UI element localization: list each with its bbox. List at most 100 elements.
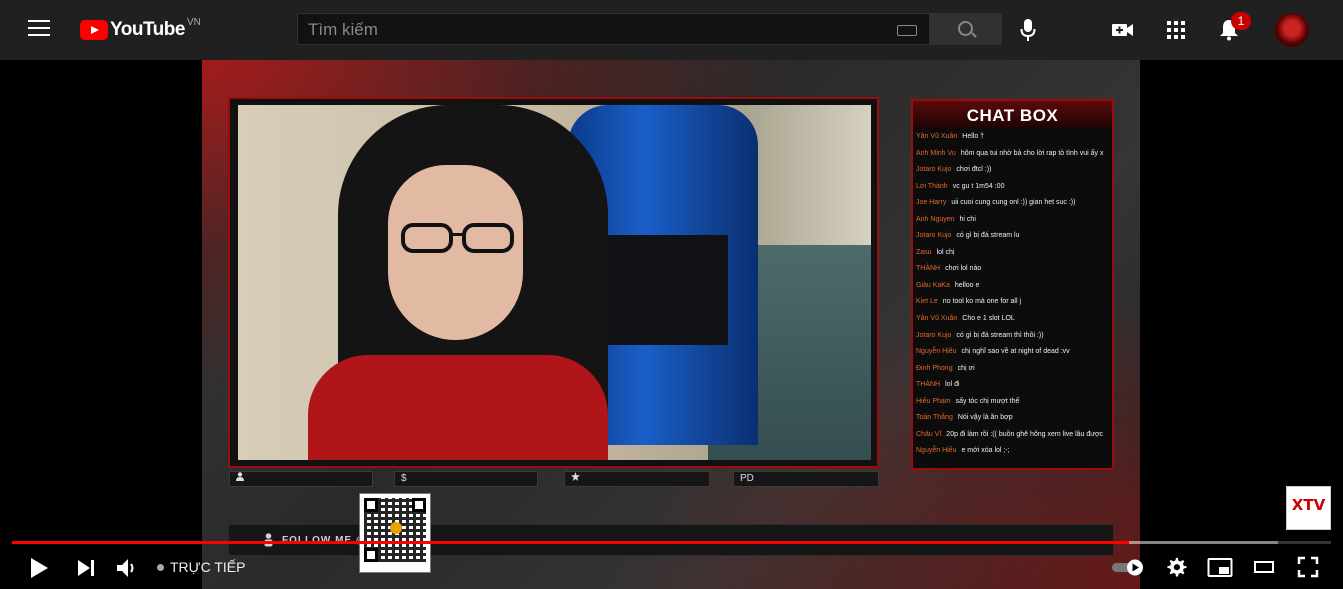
chat-message: Đinh Phong chị ơi bbox=[913, 361, 1112, 378]
chat-text: lol đi bbox=[945, 381, 960, 389]
chat-text: Hello † bbox=[962, 133, 985, 140]
chat-username: Jotaro Kujo bbox=[916, 232, 952, 240]
fullscreen-icon[interactable] bbox=[1297, 556, 1319, 578]
chat-message: Toàn Thắng Nói vậy là ăn bợp bbox=[913, 410, 1112, 427]
chat-username: Anh Nguyen bbox=[916, 215, 955, 223]
info-bar-viewer bbox=[229, 471, 373, 487]
chat-message: Joe Harry uii cuoi cung cung onl :)) gian… bbox=[913, 195, 1112, 212]
chat-username: Kiet Le bbox=[916, 298, 938, 306]
chat-message: Anh Minh Vu hôm qua tui nhờ bả cho lời ra… bbox=[913, 146, 1112, 163]
microphone-icon[interactable] bbox=[1020, 18, 1036, 42]
user-icon bbox=[236, 472, 244, 481]
youtube-play-icon bbox=[80, 20, 108, 40]
logo-text: YouTube bbox=[110, 19, 185, 40]
chat-message: Yân Vũ Xuân Cho e 1 slot LOL bbox=[913, 311, 1112, 328]
chat-username: Joe Harry bbox=[916, 199, 947, 207]
progress-played bbox=[12, 541, 1130, 544]
chat-message: Kiet Le no tool ko mà one for all j bbox=[913, 294, 1112, 311]
chat-text: sấy tóc chị mượt thế bbox=[955, 397, 1020, 405]
keyboard-icon[interactable] bbox=[897, 25, 917, 36]
chat-username: Hiếu Phạm bbox=[916, 397, 951, 405]
chat-text: có gì bị đá stream lu bbox=[956, 232, 1020, 240]
info-bar-pd: PD bbox=[733, 471, 879, 487]
live-dot bbox=[157, 563, 164, 571]
live-label: TRỰC TIẾP bbox=[170, 559, 246, 575]
chat-text: chơi lol nào bbox=[945, 265, 982, 273]
glasses bbox=[401, 223, 514, 253]
chat-text: Nói vậy là ăn bợp bbox=[957, 414, 1013, 422]
play-icon[interactable] bbox=[28, 556, 50, 580]
account-avatar[interactable] bbox=[1275, 13, 1309, 47]
chat-username: Lơi Thành bbox=[916, 182, 948, 190]
country-code: VN bbox=[186, 16, 201, 28]
chat-username: THÀNH bbox=[916, 381, 941, 389]
chat-message: Jotaro Kujo có gì bị đá stream thì thôi :… bbox=[913, 328, 1112, 345]
chat-username: Jotaro Kujo bbox=[916, 331, 952, 339]
chat-message: THÀNH lol đi bbox=[913, 377, 1112, 394]
youtube-logo[interactable]: YouTube VN bbox=[80, 16, 201, 42]
chat-text: có gì bị đá stream thì thôi :)) bbox=[956, 331, 1044, 339]
chat-message: THÀNH chơi lol nào bbox=[913, 261, 1112, 278]
create-video-icon[interactable] bbox=[1111, 18, 1135, 42]
chat-username: Giàu KaKa bbox=[916, 281, 950, 289]
theater-mode-icon[interactable] bbox=[1253, 559, 1275, 575]
chat-text: 20p đi làm rồi :(( buồn ghê hông xem liv… bbox=[946, 430, 1104, 438]
chat-text: chị ơi bbox=[957, 364, 975, 372]
search-button[interactable] bbox=[930, 13, 1002, 45]
hamburger-menu-icon[interactable] bbox=[28, 20, 50, 38]
top-bar: YouTube VN 1 bbox=[0, 0, 1343, 60]
chat-message: Jotaro Kujo chơi đtcl :)) bbox=[913, 162, 1112, 179]
dollar-symbol: $ bbox=[401, 473, 407, 484]
progress-bar[interactable] bbox=[12, 541, 1331, 544]
chat-message: Lơi Thành vc gu t 1m54 :00 bbox=[913, 179, 1112, 196]
star-icon bbox=[571, 472, 580, 481]
webcam-feed bbox=[238, 105, 871, 460]
info-bar-donate: $ bbox=[394, 471, 538, 487]
chat-username: Nguyễn Hiếu bbox=[916, 447, 957, 455]
chat-text: chị nghĩ sao về at night of dead :vv bbox=[961, 348, 1070, 356]
chat-username: THÀNH bbox=[916, 265, 941, 273]
watermark-text: XTV bbox=[1291, 496, 1326, 514]
chat-title: CHAT BOX bbox=[913, 101, 1112, 129]
pd-symbol: PD bbox=[740, 473, 754, 484]
chat-text: e mới xóa lol ;-; bbox=[961, 447, 1010, 455]
chair-panel bbox=[598, 235, 728, 345]
settings-gear-icon[interactable] bbox=[1165, 556, 1187, 578]
person-icon bbox=[264, 533, 273, 547]
search-input[interactable] bbox=[306, 18, 890, 42]
next-icon[interactable] bbox=[76, 558, 96, 578]
miniplayer-icon[interactable] bbox=[1207, 557, 1233, 579]
qr-finder bbox=[364, 498, 378, 512]
chat-list: Yân Vũ Xuân Hello † Anh Minh Vu hôm qua tui… bbox=[913, 129, 1112, 460]
autoplay-toggle[interactable] bbox=[1111, 557, 1145, 577]
live-indicator[interactable]: TRỰC TIẾP bbox=[157, 559, 245, 575]
chat-text: uii cuoi cung cung onl :)) gian het suc … bbox=[951, 199, 1076, 207]
chat-username: Toàn Thắng bbox=[916, 414, 953, 422]
search-icon bbox=[958, 21, 973, 36]
chat-message: Yân Vũ Xuân Hello † bbox=[913, 129, 1112, 146]
apps-grid-icon[interactable] bbox=[1164, 18, 1188, 42]
chat-box: CHAT BOX Yân Vũ Xuân Hello † Anh Minh Vu hô… bbox=[911, 99, 1114, 470]
chat-message: Châu Vĩ 20p đi làm rồi :(( buồn ghê hông … bbox=[913, 427, 1112, 444]
chat-username: Đinh Phong bbox=[916, 364, 953, 372]
chat-message: Hiếu Phạm sấy tóc chị mượt thế bbox=[913, 394, 1112, 411]
chat-text: hôm qua tui nhờ bả cho lời rap tỏ tình v… bbox=[960, 149, 1104, 157]
chat-username: Anh Minh Vu bbox=[916, 149, 956, 157]
chat-message: Anh Nguyen hi chi bbox=[913, 212, 1112, 229]
chat-text: lol chị bbox=[936, 248, 955, 256]
channel-watermark[interactable]: XTV bbox=[1286, 486, 1331, 530]
chat-username: Zasu bbox=[916, 248, 932, 256]
chat-message: Nguyễn Hiếu e mới xóa lol ;-; bbox=[913, 443, 1112, 460]
chat-text: no tool ko mà one for all j bbox=[942, 298, 1022, 306]
volume-icon[interactable] bbox=[116, 557, 138, 579]
webcam-frame bbox=[228, 97, 879, 468]
chat-text: vc gu t 1m54 :00 bbox=[952, 182, 1005, 190]
qr-finder bbox=[412, 498, 426, 512]
chat-text: chơi đtcl :)) bbox=[956, 166, 992, 174]
chat-message: Zasu lol chị bbox=[913, 245, 1112, 262]
chat-text: Cho e 1 slot LOL bbox=[962, 315, 1015, 323]
chat-text: hi chi bbox=[959, 215, 976, 223]
search-box bbox=[297, 13, 930, 45]
chat-message: Jotaro Kujo có gì bị đá stream lu bbox=[913, 228, 1112, 245]
chat-text: helloo e bbox=[954, 281, 980, 289]
